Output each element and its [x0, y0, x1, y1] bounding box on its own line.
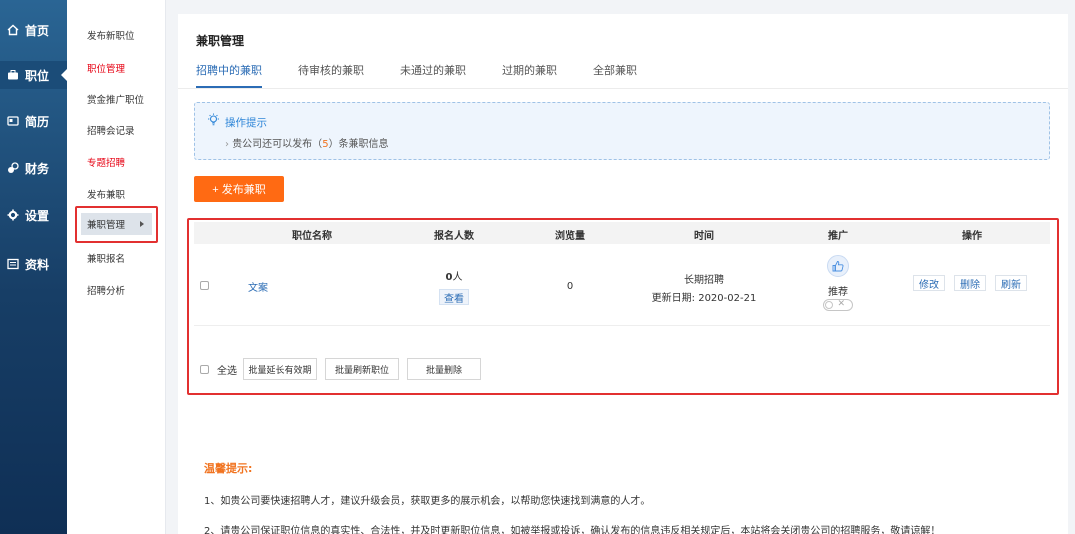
table-header: 职位名称 报名人数 浏览量 时间 推广 操作: [194, 222, 1050, 244]
operation-tip: 操作提示 › 贵公司还可以发布（5）条兼职信息: [194, 102, 1050, 160]
applicant-number: 0: [445, 272, 453, 283]
nav-item-settings[interactable]: 设置: [0, 201, 67, 229]
subnav-item-parttime-signup[interactable]: 兼职报名: [87, 251, 125, 265]
nav-item-label: 财务: [25, 161, 50, 176]
promote-label: 推荐: [828, 287, 848, 298]
tip-prefix: 贵公司还可以发布（: [232, 139, 323, 150]
lightbulb-icon: [207, 113, 220, 126]
subnav-item-bounty-jobs[interactable]: 赏金推广职位: [87, 92, 144, 106]
tip-text: › 贵公司还可以发布（5）条兼职信息: [225, 135, 389, 150]
nav-item-home[interactable]: 首页: [0, 16, 67, 44]
gear-icon: [7, 209, 19, 221]
main-nav: 首页 职位 简历 财务 设置 资料: [0, 0, 67, 534]
subnav-item-parttime-management[interactable]: 兼职管理: [81, 213, 152, 235]
select-all-checkbox[interactable]: [200, 364, 209, 374]
resume-icon: [7, 115, 19, 127]
divider: [178, 88, 1068, 89]
finance-icon: [7, 162, 19, 174]
refresh-button[interactable]: 刷新: [995, 275, 1027, 291]
tab-all[interactable]: 全部兼职: [593, 62, 637, 90]
batch-extend-button[interactable]: 批量延长有效期: [243, 358, 317, 380]
nav-item-jobs[interactable]: 职位: [0, 61, 67, 89]
recruit-period: 长期招聘: [684, 275, 724, 286]
nav-item-label: 首页: [25, 23, 50, 38]
warm-tip-line: 1、如贵公司要快速招聘人才，建议升级会员，获取更多的展示机会，以帮助您快速找到满…: [204, 496, 651, 507]
col-header-promote: 推广: [828, 231, 848, 242]
view-count: 0: [566, 281, 574, 292]
briefcase-icon: [7, 69, 19, 81]
toggle-knob: [825, 301, 833, 309]
post-parttime-button[interactable]: + 发布兼职: [194, 176, 284, 202]
nav-item-resume[interactable]: 简历: [0, 107, 67, 135]
tab-rejected[interactable]: 未通过的兼职: [400, 62, 466, 90]
update-date: 更新日期: 2020-02-21: [651, 293, 757, 304]
nav-item-label: 设置: [25, 208, 50, 223]
warm-tip-line: 2、请贵公司保证职位信息的真实性、合法性，并及时更新职位信息，如被举报或投诉，确…: [204, 526, 941, 534]
promote-toggle[interactable]: ✕: [823, 299, 853, 311]
col-header-actions: 操作: [962, 231, 982, 242]
tip-suffix: ）条兼职信息: [328, 139, 389, 150]
subnav-item-recruit-analysis[interactable]: 招聘分析: [87, 283, 125, 297]
job-name-link[interactable]: 文案: [248, 279, 268, 294]
nav-item-label: 职位: [25, 68, 50, 83]
col-header-time: 时间: [694, 231, 714, 242]
nav-item-label: 资料: [25, 257, 50, 272]
batch-refresh-button[interactable]: 批量刷新职位: [325, 358, 399, 380]
tab-pending[interactable]: 待审核的兼职: [298, 62, 364, 90]
page-title: 兼职管理: [196, 34, 245, 48]
applicant-unit: 人: [452, 272, 463, 283]
subnav-item-job-fair-records[interactable]: 招聘会记录: [87, 123, 135, 137]
tip-title: 操作提示: [225, 117, 267, 129]
table-row: 文案 0人 查看 0 长期招聘 更新日期: 2020-02-21 推荐 ✕ 修改…: [194, 244, 1050, 326]
col-header-name: 职位名称: [292, 231, 332, 242]
sub-nav: 发布新职位 职位管理 赏金推广职位 招聘会记录 专题招聘 发布兼职 兼职管理 兼…: [67, 0, 166, 534]
profile-icon: [7, 258, 19, 270]
view-applicants-button[interactable]: 查看: [439, 289, 469, 305]
col-header-applicants: 报名人数: [434, 231, 474, 242]
subnav-item-label: 兼职管理: [87, 220, 126, 231]
close-icon: ✕: [837, 299, 845, 309]
nav-item-finance[interactable]: 财务: [0, 154, 67, 182]
main-panel: 兼职管理 招聘中的兼职 待审核的兼职 未通过的兼职 过期的兼职 全部兼职 操作提…: [178, 14, 1068, 534]
batch-actions: 全选 批量延长有效期 批量刷新职位 批量删除: [194, 358, 489, 380]
applicant-count: 0人: [446, 268, 463, 283]
subnav-item-topic-recruit[interactable]: 专题招聘: [87, 155, 125, 169]
delete-button[interactable]: 删除: [954, 275, 986, 291]
thumbs-up-icon[interactable]: [827, 255, 849, 277]
subnav-item-job-management[interactable]: 职位管理: [87, 61, 125, 75]
nav-item-profile[interactable]: 资料: [0, 250, 67, 278]
nav-item-label: 简历: [25, 114, 50, 129]
subnav-item-post-job[interactable]: 发布新职位: [87, 28, 135, 42]
edit-button[interactable]: 修改: [913, 275, 945, 291]
col-header-views: 浏览量: [555, 231, 585, 242]
tab-bar: 招聘中的兼职 待审核的兼职 未通过的兼职 过期的兼职 全部兼职: [196, 62, 673, 90]
chevron-right-icon: [140, 221, 144, 227]
subnav-item-post-parttime[interactable]: 发布兼职: [87, 187, 125, 201]
row-checkbox[interactable]: [200, 281, 209, 290]
warm-tip-title: 温馨提示:: [204, 462, 253, 475]
home-icon: [7, 24, 19, 36]
select-all-label[interactable]: 全选: [217, 362, 237, 377]
tab-expired[interactable]: 过期的兼职: [502, 62, 557, 90]
batch-delete-button[interactable]: 批量删除: [407, 358, 481, 380]
